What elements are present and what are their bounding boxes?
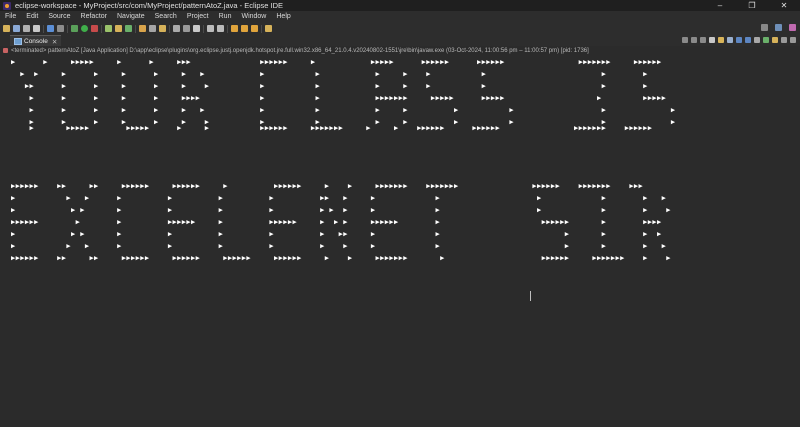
output-line: ▶ ▶ ▶ ▶ ▶ ▶ ▶ ▶▶ ▶ ▶ ▶ ▶ ▶ ▶ ▶ — [11, 194, 667, 202]
window-controls: – ❐ ✕ — [704, 0, 800, 11]
console-icon — [14, 38, 22, 45]
clear-console-icon[interactable] — [709, 37, 715, 43]
print-icon[interactable] — [33, 25, 40, 32]
menu-search[interactable]: Search — [150, 11, 182, 22]
external-tools-icon[interactable] — [91, 25, 98, 32]
menu-help[interactable]: Help — [271, 11, 295, 22]
toolbar-separator — [261, 24, 262, 33]
menu-source[interactable]: Source — [43, 11, 75, 22]
minimize-view-icon[interactable] — [781, 37, 787, 43]
save-icon[interactable] — [13, 25, 20, 32]
close-window-button[interactable]: ✕ — [768, 0, 800, 11]
remove-all-icon[interactable] — [700, 37, 706, 43]
toolbar-separator — [67, 24, 68, 33]
restore-button[interactable]: ❐ — [736, 0, 768, 11]
output-line: ▶▶ ▶ ▶ ▶ ▶ ▶ ▶ ▶ ▶ ▶ ▶ ▶ ▶ ▶ ▶ — [11, 82, 648, 90]
console-process-description: <terminated> patternAtoZ [Java Applicati… — [11, 47, 589, 54]
output-line: ▶ ▶ ▶ ▶ ▶ ▶ ▶ ▶ ▶ ▶ ▶ ▶ ▶ ▶ ▶ ▶ — [11, 206, 671, 214]
show-whitespace-icon[interactable] — [183, 25, 190, 32]
previous-annotation-icon[interactable] — [217, 25, 224, 32]
output-line: ▶ ▶ ▶ ▶ ▶ ▶ ▶ ▶ ▶ ▶ ▶ ▶ ▶ ▶ ▶ — [11, 242, 667, 250]
output-line: ▶▶▶▶▶▶ ▶▶ ▶▶ ▶▶▶▶▶▶ ▶▶▶▶▶▶ ▶▶▶▶▶▶ ▶▶▶▶▶▶… — [11, 254, 671, 262]
menu-run[interactable]: Run — [214, 11, 237, 22]
scroll-lock-icon[interactable] — [718, 37, 724, 43]
new-icon[interactable] — [3, 25, 10, 32]
pin-editor-icon[interactable] — [265, 25, 272, 32]
save-all-icon[interactable] — [23, 25, 30, 32]
output-line: ▶ ▶ ▶ ▶ ▶ ▶ ▶ ▶ ▶ ▶ ▶ ▶ ▶ ▶ ▶ — [11, 106, 676, 114]
debug-icon[interactable] — [71, 25, 78, 32]
word-wrap-icon[interactable] — [727, 37, 733, 43]
toolbar-separator — [227, 24, 228, 33]
menu-refactor[interactable]: Refactor — [76, 11, 112, 22]
minimize-button[interactable]: – — [704, 0, 736, 11]
output-line: ▶▶▶▶▶▶ ▶▶ ▶▶ ▶▶▶▶▶▶ ▶▶▶▶▶▶ ▶ ▶▶▶▶▶▶ ▶ ▶ … — [11, 182, 644, 190]
terminated-icon — [3, 48, 8, 53]
menu-file[interactable]: File — [0, 11, 21, 22]
pin-console-icon[interactable] — [754, 37, 760, 43]
terminal-icon[interactable] — [47, 25, 54, 32]
toolbar-separator — [169, 24, 170, 33]
skip-breakpoints-icon[interactable] — [57, 25, 64, 32]
terminate-icon[interactable] — [682, 37, 688, 43]
block-selection-icon[interactable] — [193, 25, 200, 32]
search-icon[interactable] — [149, 25, 156, 32]
menu-window[interactable]: Window — [236, 11, 271, 22]
toolbar-separator — [135, 24, 136, 33]
new-class-icon[interactable] — [125, 25, 132, 32]
last-edit-location-icon[interactable] — [231, 25, 238, 32]
menu-navigate[interactable]: Navigate — [112, 11, 150, 22]
show-on-output-icon[interactable] — [736, 37, 742, 43]
output-line: ▶ ▶ ▶ ▶ ▶ ▶ ▶ ▶ ▶ ▶ ▶ ▶ ▶ ▶ ▶ ▶ — [11, 70, 648, 78]
output-line: ▶ ▶▶▶▶▶ ▶▶▶▶▶ ▶ ▶ ▶▶▶▶▶▶ ▶▶▶▶▶▶▶ ▶ ▶ ▶▶▶… — [11, 124, 653, 132]
toolbar-separator — [101, 24, 102, 33]
main-toolbar — [0, 22, 800, 36]
open-console-icon[interactable] — [772, 37, 778, 43]
back-icon[interactable] — [241, 25, 248, 32]
perspective-switcher — [758, 24, 796, 31]
run-icon[interactable] — [81, 25, 88, 32]
menu-project[interactable]: Project — [182, 11, 214, 22]
window-title: eclipse-workspace - MyProject/src/com/My… — [15, 1, 283, 10]
output-line: ▶ ▶ ▶▶▶▶▶ ▶ ▶ ▶▶▶ ▶▶▶▶▶▶ ▶ ▶▶▶▶▶ ▶▶▶▶▶▶ … — [11, 58, 662, 66]
forward-icon[interactable] — [251, 25, 258, 32]
toggle-mark-icon[interactable] — [173, 25, 180, 32]
toolbar-separator — [203, 24, 204, 33]
new-java-project-icon[interactable] — [105, 25, 112, 32]
display-console-icon[interactable] — [763, 37, 769, 43]
output-line: ▶ ▶ ▶ ▶ ▶ ▶ ▶ ▶ ▶▶ ▶ ▶ ▶ ▶ ▶ ▶ — [11, 230, 662, 238]
console-output-area[interactable]: ▶ ▶ ▶▶▶▶▶ ▶ ▶ ▶▶▶ ▶▶▶▶▶▶ ▶ ▶▶▶▶▶ ▶▶▶▶▶▶ … — [0, 55, 800, 427]
toolbar-separator — [43, 24, 44, 33]
maximize-view-icon[interactable] — [790, 37, 796, 43]
menu-edit[interactable]: Edit — [21, 11, 43, 22]
open-perspective-icon[interactable] — [775, 24, 782, 31]
output-line: ▶▶▶▶▶▶ ▶ ▶ ▶▶▶▶▶▶ ▶ ▶▶▶▶▶▶ ▶ ▶ ▶ ▶▶▶▶▶▶ … — [11, 218, 662, 226]
next-annotation-icon[interactable] — [207, 25, 214, 32]
open-type-icon[interactable] — [139, 25, 146, 32]
close-icon[interactable]: ✕ — [52, 38, 57, 46]
console-tab-label: Console — [24, 38, 48, 45]
remove-launch-icon[interactable] — [691, 37, 697, 43]
search-icon[interactable] — [761, 24, 768, 31]
title-bar: eclipse-workspace - MyProject/src/com/My… — [0, 0, 800, 11]
menu-bar: File Edit Source Refactor Navigate Searc… — [0, 11, 800, 22]
open-task-icon[interactable] — [159, 25, 166, 32]
output-line: ▶ ▶ ▶ ▶ ▶ ▶▶▶▶ ▶ ▶ ▶▶▶▶▶▶▶ ▶▶▶▶▶ ▶▶▶▶▶ ▶… — [11, 94, 667, 102]
eclipse-logo-icon — [3, 1, 11, 10]
text-caret — [530, 291, 531, 301]
show-on-error-icon[interactable] — [745, 37, 751, 43]
java-perspective-icon[interactable] — [789, 24, 796, 31]
console-toolbar — [682, 37, 796, 43]
new-package-icon[interactable] — [115, 25, 122, 32]
